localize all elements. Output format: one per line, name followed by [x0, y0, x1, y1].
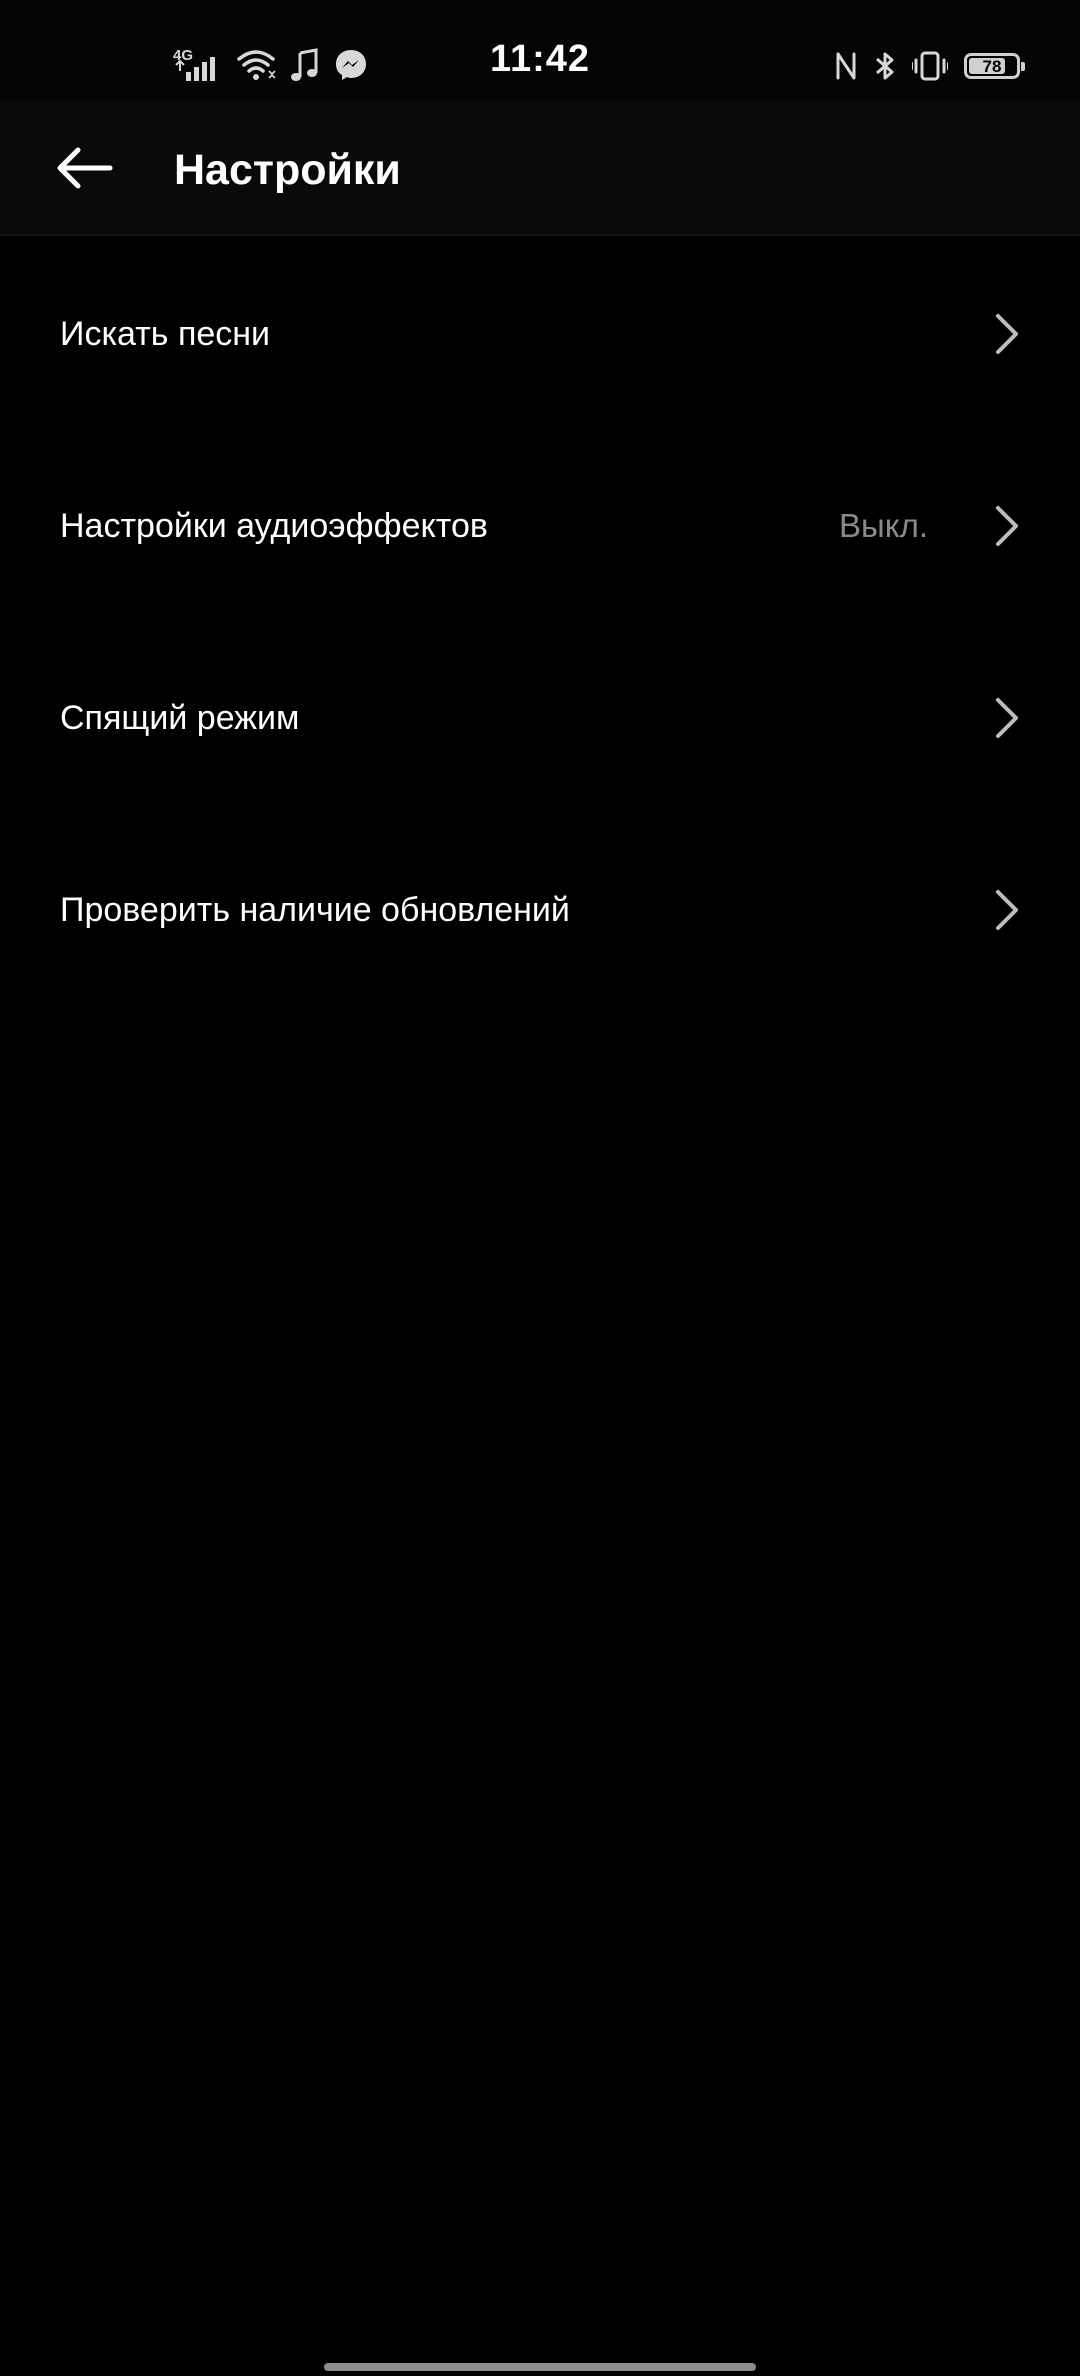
setting-label: Спящий режим [60, 699, 300, 737]
back-button[interactable] [40, 128, 128, 208]
setting-item-search-songs[interactable]: Искать песни [0, 238, 1080, 430]
setting-label: Проверить наличие обновлений [60, 891, 570, 929]
chevron-right-icon [992, 502, 1022, 550]
chevron-right-icon [992, 694, 1022, 742]
chevron-right-icon [992, 310, 1022, 358]
vibrate-icon [912, 50, 948, 82]
status-bar: 4G 11:42 78 [0, 0, 1080, 100]
back-arrow-icon [54, 146, 114, 190]
bluetooth-icon [874, 50, 896, 82]
page-title: Настройки [174, 146, 401, 194]
status-right-icons: 78 [834, 44, 1025, 88]
home-indicator[interactable] [324, 2363, 756, 2371]
setting-value: Выкл. [839, 507, 928, 544]
chevron-right-icon [992, 886, 1022, 934]
setting-item-check-updates[interactable]: Проверить наличие обновлений [0, 814, 1080, 1006]
battery-icon: 78 [964, 53, 1025, 79]
app-bar: Настройки [0, 100, 1080, 236]
setting-item-sleep-mode[interactable]: Спящий режим [0, 622, 1080, 814]
battery-level-text: 78 [982, 56, 1002, 76]
setting-item-audio-effects[interactable]: Настройки аудиоэффектов Выкл. [0, 430, 1080, 622]
settings-list: Искать песни Настройки аудиоэффектов Вык… [0, 238, 1080, 1006]
setting-label: Искать песни [60, 315, 271, 353]
nfc-icon [834, 50, 858, 82]
setting-label: Настройки аудиоэффектов [60, 507, 488, 545]
